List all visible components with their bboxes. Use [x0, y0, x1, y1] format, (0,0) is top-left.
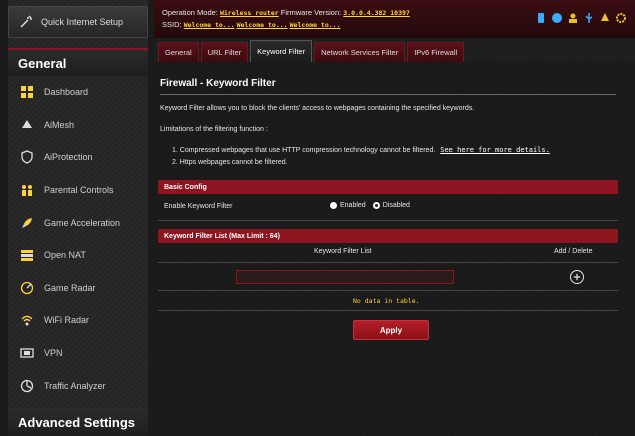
firmware-link[interactable]: 3.0.0.4.382_10397 [343, 9, 410, 17]
main-content: Firewall - Keyword Filter Keyword Filter… [154, 62, 626, 436]
row-divider [158, 220, 618, 221]
column-header-keyword-list: Keyword Filter List [314, 248, 372, 255]
sidebar-item-parental-controls[interactable]: Parental Controls [8, 174, 148, 207]
dashboard-icon [20, 85, 34, 99]
sidebar-item-aiprotection[interactable]: AiProtection [8, 141, 148, 174]
limitation-item: 2. Https webpages cannot be filtered. [172, 159, 288, 166]
firewall-tabs: General URL Filter Keyword Filter Networ… [154, 38, 635, 62]
notification-icon[interactable] [599, 12, 611, 24]
sidebar-item-game-acceleration[interactable]: Game Acceleration [8, 206, 148, 239]
tab-network-services-filter[interactable]: Network Services Filter [314, 42, 406, 62]
ssid-link[interactable]: Welcome to... [184, 21, 235, 29]
sidebar-item-label: Open NAT [44, 250, 86, 261]
add-keyword-button[interactable] [570, 270, 584, 284]
sidebar-item-aimesh[interactable]: AiMesh [8, 109, 148, 142]
sidebar-item-label: WiFi Radar [44, 315, 90, 326]
ssid-link[interactable]: Welcome to... [290, 21, 341, 29]
sidebar-item-traffic-analyzer[interactable]: Traffic Analyzer [8, 369, 148, 402]
disabled-radio[interactable] [372, 202, 380, 209]
sidebar-item-wifi-radar[interactable]: WiFi Radar [8, 304, 148, 337]
sidebar: Quick Internet Setup General Dashboard A… [8, 0, 148, 436]
keyword-input[interactable] [236, 270, 454, 284]
quick-internet-setup-label: Quick Internet Setup [41, 17, 124, 27]
operation-mode-label: Operation Mode: [162, 8, 218, 17]
quick-internet-setup-button[interactable]: Quick Internet Setup [8, 6, 148, 38]
radar-icon [20, 281, 34, 295]
sidebar-item-label: Traffic Analyzer [44, 380, 106, 391]
globe-icon[interactable] [551, 12, 563, 24]
family-icon [20, 183, 34, 197]
ssid-link[interactable]: Welcome to... [237, 21, 288, 29]
ssid-label: SSID: [162, 20, 182, 29]
plus-icon [573, 273, 581, 281]
tab-keyword-filter[interactable]: Keyword Filter [250, 40, 313, 62]
sidebar-item-label: Game Radar [44, 282, 96, 293]
sidebar-item-label: Game Acceleration [44, 217, 121, 228]
sidebar-item-game-radar[interactable]: Game Radar [8, 272, 148, 305]
vpn-icon [20, 346, 34, 360]
wifi-radar-icon [20, 313, 34, 327]
tab-general[interactable]: General [158, 42, 199, 62]
operation-mode-link[interactable]: Wireless router [220, 9, 279, 17]
title-divider [160, 94, 616, 95]
page-title: Firewall - Keyword Filter [160, 78, 276, 89]
enable-keyword-filter-radio-group: Enabled Disabled [330, 202, 410, 209]
status-icons [535, 12, 627, 24]
limitation-item: 1. Compressed webpages that use HTTP com… [172, 146, 550, 154]
empty-table-message: No data in table. [353, 297, 420, 305]
basic-config-header: Basic Config [158, 180, 618, 194]
sidebar-item-open-nat[interactable]: Open NAT [8, 239, 148, 272]
clients-icon[interactable] [567, 12, 579, 24]
tab-url-filter[interactable]: URL Filter [200, 42, 249, 62]
apply-button[interactable]: Apply [353, 320, 429, 340]
sidebar-item-label: Dashboard [44, 87, 89, 98]
limitations-title: Limitations of the filtering function : [160, 126, 268, 133]
enabled-radio[interactable] [330, 202, 337, 209]
router-info: Operation Mode: Wireless router Firmware… [162, 7, 410, 31]
limitation-text: 1. Compressed webpages that use HTTP com… [172, 147, 436, 154]
traffic-icon [20, 379, 34, 393]
disabled-option-label[interactable]: Disabled [383, 202, 410, 209]
sidebar-item-label: Parental Controls [44, 185, 114, 196]
firmware-label: Firmware Version: [280, 8, 342, 17]
gear-icon[interactable] [615, 12, 627, 24]
enabled-option-label[interactable]: Enabled [340, 202, 366, 209]
more-details-link[interactable]: See here for more details. [440, 146, 550, 154]
usb-icon[interactable] [583, 12, 595, 24]
column-header-add-delete: Add / Delete [554, 248, 593, 255]
rocket-icon [20, 216, 34, 230]
row-divider [158, 310, 618, 311]
section-general: General [8, 48, 148, 76]
wizard-icon [19, 15, 33, 29]
sidebar-item-label: AiProtection [44, 152, 93, 163]
tab-ipv6-firewall[interactable]: IPv6 Firewall [407, 42, 465, 62]
shield-icon [20, 150, 34, 165]
sidebar-item-label: AiMesh [44, 119, 75, 130]
open-nat-icon [20, 248, 34, 262]
row-divider [158, 290, 618, 291]
phone-icon[interactable] [535, 12, 547, 24]
sidebar-item-vpn[interactable]: VPN [8, 337, 148, 370]
aimesh-icon [20, 118, 34, 132]
enable-keyword-filter-label: Enable Keyword Filter [164, 203, 233, 210]
sidebar-menu: Dashboard AiMesh AiProtection Parental C… [8, 76, 148, 402]
sidebar-item-label: VPN [44, 348, 63, 359]
row-divider [158, 262, 618, 263]
top-status-bar: Operation Mode: Wireless router Firmware… [154, 0, 635, 38]
section-advanced-settings: Advanced Settings [8, 408, 148, 436]
sidebar-item-dashboard[interactable]: Dashboard [8, 76, 148, 109]
keyword-filter-list-header: Keyword Filter List (Max Limit : 64) [158, 229, 618, 243]
page-description: Keyword Filter allows you to block the c… [160, 105, 475, 112]
